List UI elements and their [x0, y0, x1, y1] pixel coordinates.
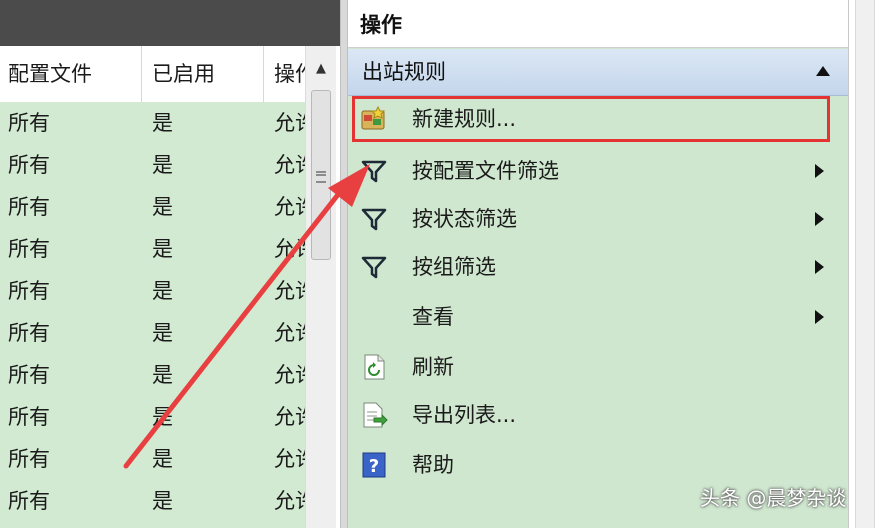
- submenu-arrow-icon: [815, 164, 824, 178]
- action-label: 帮助: [412, 453, 454, 477]
- cell-enabled: 是: [152, 111, 173, 135]
- export-list-icon: [363, 402, 388, 428]
- action-label: 按状态筛选: [412, 207, 517, 231]
- cell-profile: 所有: [8, 111, 50, 135]
- column-header-profile[interactable]: 配置文件: [0, 46, 142, 102]
- scrollbar-thumb[interactable]: [311, 90, 331, 260]
- action-export-list[interactable]: 导出列表...: [348, 392, 840, 438]
- action-label: 按组筛选: [412, 255, 496, 279]
- cell-action: 允许: [274, 321, 305, 345]
- cell-enabled: 是: [152, 321, 173, 345]
- rules-list-pane: 配置文件 已启用 操作 所有 是 允许 所有 是 允许 所有 是 允许 所有 是…: [0, 0, 340, 528]
- cell-action: 允许: [274, 405, 305, 429]
- cell-enabled: 是: [152, 153, 173, 177]
- action-label: 查看: [412, 305, 454, 329]
- table-row[interactable]: 所有 是 允许: [0, 228, 305, 270]
- table-row[interactable]: 所有 是 允许: [0, 144, 305, 186]
- cell-profile: 所有: [8, 489, 50, 513]
- cell-profile: 所有: [8, 195, 50, 219]
- cell-action: 允许: [274, 279, 305, 303]
- table-row[interactable]: 所有 是 允许: [0, 438, 305, 480]
- submenu-arrow-icon: [815, 310, 824, 324]
- table-row[interactable]: 所有 是 允许: [0, 480, 305, 522]
- right-window-edge: [848, 0, 880, 528]
- filter-icon: [361, 256, 387, 279]
- submenu-arrow-icon: [815, 212, 824, 226]
- action-label: 导出列表...: [412, 403, 517, 427]
- submenu-arrow-icon: [815, 260, 824, 274]
- scroll-up-arrow-icon[interactable]: ▲: [306, 58, 336, 80]
- table-row[interactable]: 所有 是 允许: [0, 354, 305, 396]
- cell-enabled: 是: [152, 195, 173, 219]
- rules-table-body: 所有 是 允许 所有 是 允许 所有 是 允许 所有 是 允许 所有 是 允许 …: [0, 102, 305, 528]
- cell-action: 允许: [274, 447, 305, 471]
- cell-enabled: 是: [152, 447, 173, 471]
- cell-enabled: 是: [152, 279, 173, 303]
- cell-profile: 所有: [8, 237, 50, 261]
- outer-scrollbar[interactable]: [855, 0, 875, 528]
- cell-action: 允许: [274, 153, 305, 177]
- cell-profile: 所有: [8, 321, 50, 345]
- collapse-arrow-icon[interactable]: [816, 66, 830, 76]
- column-header-action[interactable]: 操作: [264, 46, 305, 102]
- action-view[interactable]: 查看: [348, 294, 840, 340]
- watermark: 头条 @晨梦杂谈: [700, 486, 847, 510]
- cell-enabled: 是: [152, 405, 173, 429]
- action-refresh[interactable]: 刷新: [348, 344, 840, 390]
- table-row[interactable]: 所有 是 允许: [0, 312, 305, 354]
- filter-icon: [361, 160, 387, 183]
- actions-pane: 操作 出站规则 新建规则... 按配置文件筛选 按状态筛选 按组筛选 查看 刷新…: [348, 0, 848, 528]
- cell-profile: 所有: [8, 405, 50, 429]
- list-toolbar-strip: [0, 0, 340, 46]
- cell-enabled: 是: [152, 489, 173, 513]
- rules-table-header: 配置文件 已启用 操作: [0, 46, 305, 103]
- refresh-icon: [364, 354, 385, 380]
- annotation-highlight-box: [352, 96, 830, 142]
- pane-splitter[interactable]: [340, 0, 348, 528]
- action-label: 按配置文件筛选: [412, 159, 559, 183]
- vertical-scrollbar[interactable]: ▲: [305, 46, 336, 528]
- table-row[interactable]: 所有 是 允许: [0, 270, 305, 312]
- cell-action: 允许: [274, 489, 305, 513]
- scroll-grip-icon: [316, 171, 326, 183]
- section-header-outbound-rules[interactable]: 出站规则: [348, 49, 848, 96]
- cell-action: 允许: [274, 111, 305, 135]
- cell-action: 允许: [274, 237, 305, 261]
- cell-enabled: 是: [152, 237, 173, 261]
- action-filter-by-state[interactable]: 按状态筛选: [348, 196, 840, 242]
- action-label: 刷新: [412, 355, 454, 379]
- table-row[interactable]: 所有 是 允许: [0, 186, 305, 228]
- action-filter-by-group[interactable]: 按组筛选: [348, 244, 840, 290]
- cell-enabled: 是: [152, 363, 173, 387]
- help-icon: ?: [362, 452, 386, 478]
- svg-text:?: ?: [369, 456, 379, 477]
- cell-profile: 所有: [8, 279, 50, 303]
- cell-action: 允许: [274, 195, 305, 219]
- action-filter-by-profile[interactable]: 按配置文件筛选: [348, 148, 840, 194]
- actions-pane-title: 操作: [348, 0, 848, 48]
- section-label: 出站规则: [362, 60, 446, 84]
- cell-profile: 所有: [8, 153, 50, 177]
- table-row[interactable]: 所有 是 允许: [0, 102, 305, 144]
- cell-profile: 所有: [8, 363, 50, 387]
- column-header-enabled[interactable]: 已启用: [142, 46, 264, 102]
- table-row[interactable]: 所有 是 允许: [0, 396, 305, 438]
- cell-profile: 所有: [8, 447, 50, 471]
- cell-action: 允许: [274, 363, 305, 387]
- filter-icon: [361, 208, 387, 231]
